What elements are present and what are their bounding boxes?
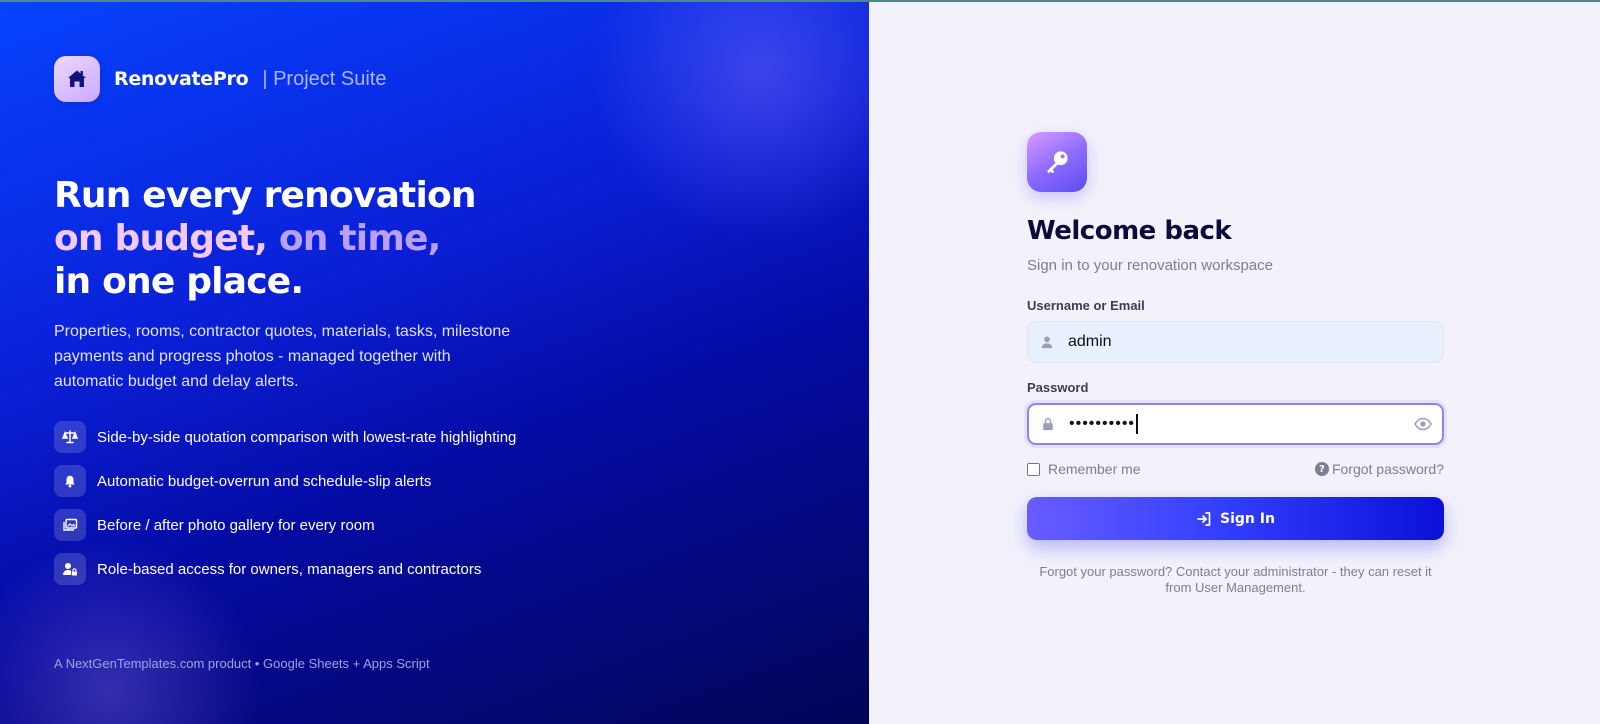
user-lock-icon (54, 553, 86, 585)
password-label: Password (1027, 380, 1089, 395)
bell-icon (54, 465, 86, 497)
hero-headline: Run every renovation on budget, on time,… (54, 174, 477, 303)
feature-item: Role-based access for owners, managers a… (54, 553, 516, 585)
brand: RenovatePro | Project Suite (54, 56, 386, 102)
brand-name: RenovatePro (114, 68, 249, 90)
hero-line-2a: on budget, (54, 218, 268, 259)
feature-item: Automatic budget-overrun and schedule-sl… (54, 465, 516, 497)
username-input[interactable]: admin (1027, 321, 1444, 363)
hero-panel: RenovatePro | Project Suite Run every re… (0, 0, 869, 724)
sign-in-label: Sign In (1220, 510, 1275, 527)
gallery-icon (54, 509, 86, 541)
help-circle-icon: ? (1314, 462, 1329, 476)
top-border (0, 0, 1600, 2)
hero-description: Properties, rooms, contractor quotes, ma… (54, 323, 511, 390)
remember-checkbox[interactable] (1027, 462, 1040, 476)
login-subtitle: Sign in to your renovation workspace (1027, 257, 1273, 274)
login-card: Welcome back Sign in to your renovation … (1027, 132, 1444, 596)
feature-list: Side-by-side quotation comparison with l… (54, 421, 516, 597)
feature-text: Before / after photo gallery for every r… (97, 516, 375, 534)
login-title: Welcome back (1027, 216, 1232, 246)
brand-suite: | Project Suite (262, 67, 387, 90)
login-panel: Welcome back Sign in to your renovation … (869, 0, 1600, 724)
feature-item: Before / after photo gallery for every r… (54, 509, 516, 541)
footer-credit: A NextGenTemplates.com product • Google … (54, 656, 430, 671)
sign-in-icon (1196, 511, 1212, 527)
remember-label: Remember me (1048, 461, 1141, 477)
eye-icon[interactable] (1414, 417, 1432, 431)
feature-text: Role-based access for owners, managers a… (97, 560, 482, 578)
password-input[interactable]: •••••••••• (1027, 403, 1444, 445)
hero-line-3: in one place. (54, 261, 304, 302)
feature-text: Side-by-side quotation comparison with l… (97, 428, 517, 446)
options-row: Remember me ? Forgot password? (1027, 459, 1444, 479)
feature-item: Side-by-side quotation comparison with l… (54, 421, 516, 453)
sign-in-button[interactable]: Sign In (1027, 497, 1444, 540)
hero-line-1: Run every renovation (54, 175, 477, 216)
username-value: admin (1068, 333, 1112, 350)
feature-text: Automatic budget-overrun and schedule-sl… (97, 472, 432, 490)
scale-icon (54, 421, 86, 453)
user-icon (1040, 335, 1054, 349)
remember-me[interactable]: Remember me (1027, 461, 1141, 477)
forgot-password-label: Forgot password? (1331, 461, 1444, 477)
help-text: Forgot your password? Contact your admin… (1039, 564, 1432, 595)
house-icon (54, 56, 100, 102)
forgot-password-link[interactable]: ? Forgot password? (1314, 461, 1444, 477)
hero-line-2: on budget, on time, (54, 217, 476, 260)
username-label: Username or Email (1027, 298, 1145, 313)
key-icon (1027, 132, 1087, 192)
hero-line-2b: on time, (267, 218, 441, 259)
password-value: •••••••••• (1069, 415, 1136, 432)
lock-icon (1041, 417, 1055, 431)
text-caret (1136, 414, 1138, 434)
